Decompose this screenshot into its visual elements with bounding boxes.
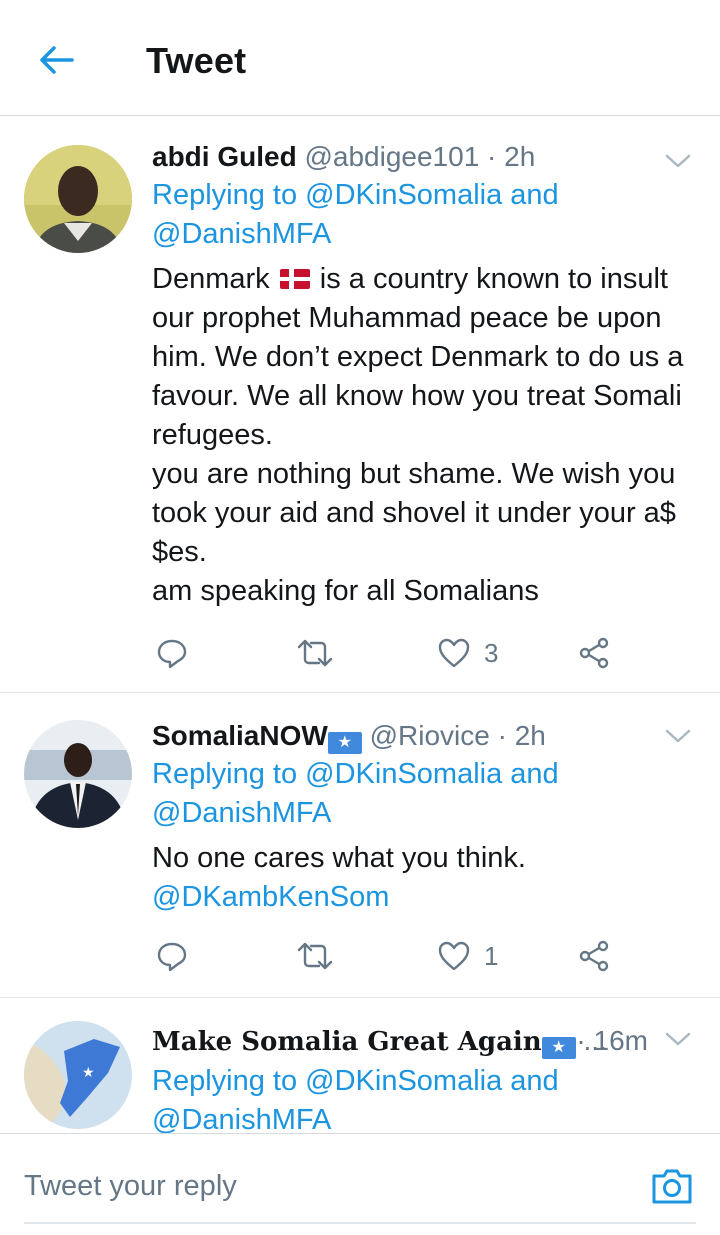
tweet[interactable]: SomaliaNOW ★ @Riovice · 2h Replying to @D… [0,694,720,998]
avatar[interactable]: ★ [24,1021,132,1129]
body-text: am speaking for all Somalians [152,575,539,607]
replying-to-and: and [510,179,559,211]
author-name[interactable]: abdi Guled [152,141,297,172]
tweet-time: · 16m [576,1025,648,1056]
body-text: him. We don’t expect Denmark to do us a [152,341,684,373]
replying-to-label: Replying to [152,179,298,211]
tweet-time: · 2h [487,141,536,172]
mention-link[interactable]: @DKinSomalia [305,179,502,211]
tweet-body: Denmark is a country known to insult our… [152,260,696,611]
heart-icon [438,638,470,668]
retweet-icon [297,639,333,667]
retweet-icon [297,942,333,970]
mention-link[interactable]: @DKinSomalia [305,1065,502,1097]
tweet-body: No one cares what you think. @DKambKenSo… [152,839,696,917]
body-text: took your aid and shovel it under your a… [152,497,676,529]
body-text: our prophet Muhammad peace be upon [152,302,662,334]
author-handle[interactable]: @abdigee101 [304,141,479,172]
retweet-button[interactable] [297,633,333,673]
retweet-button[interactable] [297,936,333,976]
tweet[interactable]: ★ Make Somalia Great Again ★ ... · 16m Re… [0,999,720,1133]
mention-link[interactable]: @DanishMFA [152,218,331,250]
denmark-flag-icon [279,269,310,289]
somalia-flag-icon: ★ [327,732,362,754]
share-icon [579,940,609,972]
mention-link[interactable]: @DKambKenSom [152,878,696,917]
body-text: is a country known to insult [319,263,668,295]
replying-to-label: Replying to [152,1065,298,1097]
body-text: refugees. [152,419,273,451]
tweet-meta: Make Somalia Great Again ★ ... · 16m [152,1021,672,1062]
body-text: you are nothing but shame. We wish you [152,458,676,490]
body-text: $es. [152,536,207,568]
somalia-flag-icon: ★ [541,1037,576,1059]
body-text: favour. We all know how you treat Somali [152,380,682,412]
top-app-bar: Tweet [0,0,720,116]
mention-link[interactable]: @DanishMFA [152,797,331,829]
mention-link[interactable]: @DanishMFA [152,1104,331,1133]
tweet-actions: 3 [152,633,632,673]
reply-icon [157,942,187,972]
reply-input[interactable] [24,1164,584,1208]
reply-button[interactable] [156,633,188,673]
back-button[interactable] [36,40,76,80]
reply-input-underline [24,1222,696,1224]
replying-to-label: Replying to [152,758,298,790]
back-arrow-icon [40,46,74,74]
like-count: 1 [484,940,499,971]
tweet-actions: 1 [152,936,632,976]
share-icon [579,637,609,669]
avatar[interactable] [24,720,132,828]
like-count: 3 [484,637,499,668]
replying-to: Replying to @DKinSomalia and [152,176,696,215]
share-button[interactable] [578,633,610,673]
heart-icon [438,941,470,971]
share-button[interactable] [578,936,610,976]
replying-to-and: and [510,758,559,790]
like-button[interactable]: 3 [438,633,498,673]
tweet[interactable]: abdi Guled @abdigee101 · 2h Replying to … [0,117,720,693]
page-title: Tweet [146,40,247,81]
reply-icon [157,639,187,669]
tweet-meta: SomaliaNOW ★ @Riovice · 2h [152,716,696,755]
body-text: No one cares what you think. [152,842,526,874]
reply-button[interactable] [156,936,188,976]
reply-composer [0,1133,720,1235]
author-handle[interactable]: @Riovice [370,720,490,751]
author-name[interactable]: SomaliaNOW [152,720,328,751]
author-name[interactable]: Make Somalia Great Again [152,1027,542,1057]
body-text: Denmark [152,263,270,295]
avatar[interactable] [24,145,132,253]
like-button[interactable]: 1 [438,936,498,976]
svg-text:★: ★ [82,1065,95,1081]
camera-button[interactable] [650,1164,694,1208]
replying-to: Replying to @DKinSomalia and [152,1062,696,1101]
tweet-meta: abdi Guled @abdigee101 · 2h [152,137,696,176]
replying-to-and: and [510,1065,559,1097]
camera-icon [652,1169,692,1204]
replying-to: Replying to @DKinSomalia and [152,755,696,794]
mention-link[interactable]: @DKinSomalia [305,758,502,790]
tweet-time: · 2h [497,720,546,751]
